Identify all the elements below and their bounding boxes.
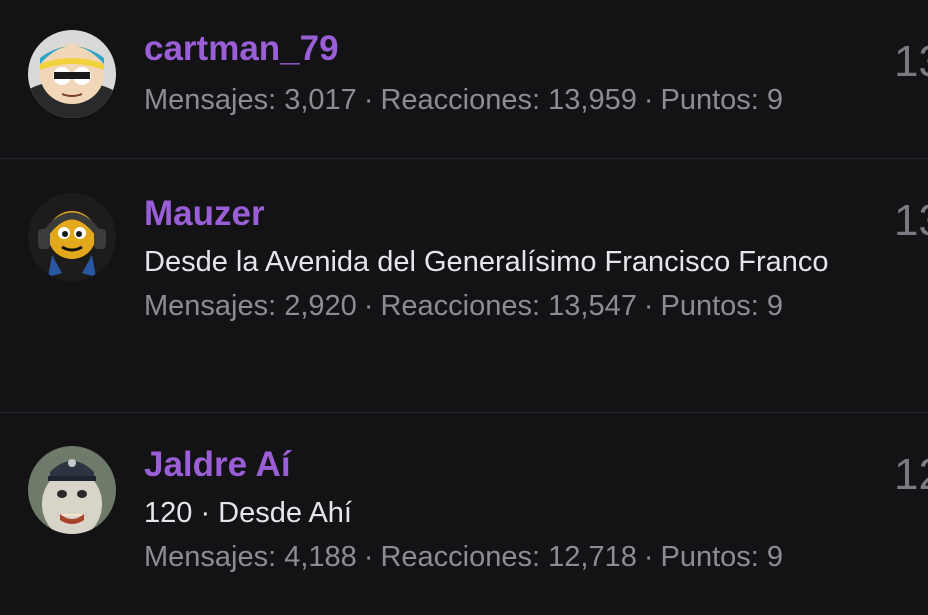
user-title: 120 · Desde Ahí: [144, 497, 352, 529]
member-stats: Mensajes: 4,188 · Reacciones: 12,718 · Punto…: [144, 537, 878, 577]
points-label: Puntos:: [660, 541, 759, 573]
stat-separator: ·: [643, 84, 654, 116]
username-link[interactable]: cartman_79: [144, 27, 878, 71]
cartoon-avatar-icon: [28, 193, 116, 281]
points-label: Puntos:: [660, 290, 759, 322]
points-count: 9: [766, 541, 784, 573]
stat-separator: ·: [643, 290, 654, 322]
posts-label: Mensajes:: [144, 84, 277, 116]
member-value: 13: [894, 196, 928, 245]
list-item: Jaldre Aí 120 · Desde Ahí Mensajes: 4,18…: [0, 413, 928, 615]
reactions-count: 13,547: [548, 290, 637, 322]
avatar[interactable]: [28, 446, 116, 534]
stat-separator: ·: [363, 84, 374, 116]
username-link[interactable]: Mauzer: [144, 192, 878, 236]
stat-separator: ·: [363, 290, 374, 322]
reactions-label: Reacciones:: [380, 541, 541, 573]
member-list: cartman_79 Mensajes: 3,017 · Reacciones: 1…: [0, 0, 928, 615]
list-item: Mauzer Desde la Avenida del Generalísimo…: [0, 159, 928, 413]
member-stats: Mensajes: 3,017 · Reacciones: 13,959 · Punto…: [144, 80, 878, 120]
list-item: cartman_79 Mensajes: 3,017 · Reacciones: 1…: [0, 0, 928, 159]
reactions-count: 12,718: [548, 541, 637, 573]
reactions-label: Reacciones:: [380, 290, 541, 322]
photo-avatar-icon: [28, 446, 116, 534]
cartoon-avatar-icon: [28, 30, 116, 118]
posts-label: Mensajes:: [144, 290, 277, 322]
member-value: 13: [894, 37, 928, 86]
avatar[interactable]: [28, 30, 116, 118]
posts-count: 4,188: [284, 541, 357, 573]
reactions-count: 13,959: [548, 84, 637, 116]
points-count: 9: [766, 84, 784, 116]
reactions-label: Reacciones:: [380, 84, 541, 116]
stat-separator: ·: [363, 541, 374, 573]
member-value: 12: [894, 450, 928, 499]
points-label: Puntos:: [660, 84, 759, 116]
user-title: Desde la Avenida del Generalísimo Franci…: [144, 246, 829, 278]
points-count: 9: [766, 290, 784, 322]
member-stats: Mensajes: 2,920 · Reacciones: 13,547 · Punto…: [144, 286, 878, 326]
posts-count: 2,920: [284, 290, 357, 322]
username-link[interactable]: Jaldre Aí: [144, 443, 878, 487]
stat-separator: ·: [643, 541, 654, 573]
posts-count: 3,017: [284, 84, 357, 116]
avatar[interactable]: [28, 193, 116, 281]
posts-label: Mensajes:: [144, 541, 277, 573]
